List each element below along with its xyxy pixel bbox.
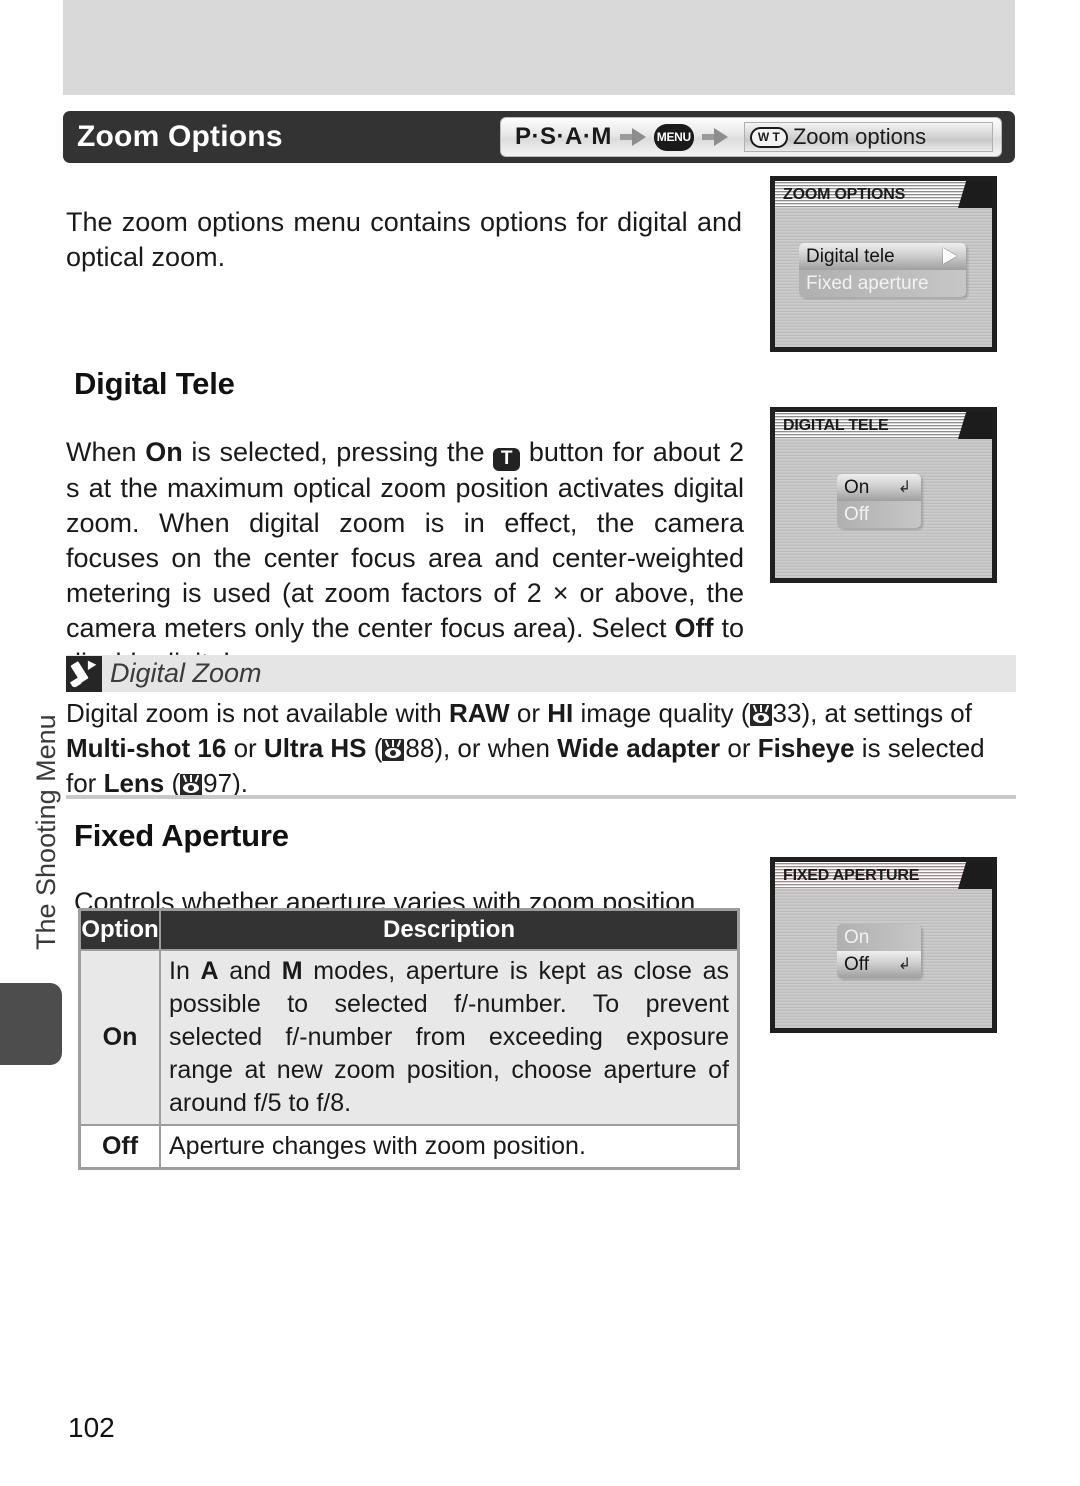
lcd-titlebar: FIXED APERTURE	[775, 862, 992, 889]
note-box-divider	[66, 795, 1016, 799]
note-multishot: Multi-shot 16	[66, 733, 227, 763]
note-ref1: 33	[772, 698, 802, 728]
note-text-h: or	[720, 733, 758, 763]
heading-digital-tele: Digital Tele	[74, 366, 235, 401]
note-text-g: ), or when	[434, 733, 558, 763]
section-header-bar: Zoom Options P·S·A·M MENU W T Zoom optio…	[63, 111, 1015, 163]
lcd-menu-item-off[interactable]: Off	[837, 501, 921, 528]
note-lens: Lens	[103, 768, 165, 798]
breadcrumb: P·S·A·M MENU W T Zoom options	[500, 117, 1002, 157]
table-header-description: Description	[160, 911, 737, 950]
running-head: The Shooting Menu	[31, 714, 61, 950]
note-box-digital-zoom: Digital Zoom Digital zoom is not availab…	[66, 655, 1016, 801]
lcd-menu-item-fixed-aperture[interactable]: Fixed aperture	[799, 270, 966, 297]
reference-eye-icon-3	[180, 774, 203, 796]
enter-key-icon: ↲	[897, 479, 912, 496]
lcd-titlebar: ZOOM OPTIONS	[775, 181, 992, 208]
note-ref2: 88	[405, 733, 435, 763]
on-desc-a: In	[169, 957, 201, 985]
table-cell-option-on: On	[81, 949, 161, 1125]
reference-eye-icon	[749, 704, 772, 726]
lcd-menu-list: Digital tele Fixed aperture	[799, 243, 966, 297]
on-desc-mode-a: A	[200, 957, 219, 985]
on-desc-b: and	[218, 957, 282, 985]
note-box-body: Digital zoom is not available with RAW o…	[66, 696, 1016, 801]
table-header-option: Option	[81, 911, 161, 950]
on-desc-mode-m: M	[281, 957, 303, 985]
table-row: On In A and M modes, aperture is kept as…	[81, 949, 737, 1125]
dt-on-bold: On	[145, 437, 183, 467]
lcd-menu-item-label: Fixed aperture	[806, 272, 929, 294]
enter-key-icon: ↲	[897, 956, 912, 973]
dt-off-bold: Off	[674, 613, 714, 643]
table-cell-description-off: Aperture changes with zoom position.	[160, 1124, 737, 1167]
lcd-title: ZOOM OPTIONS	[783, 185, 906, 203]
lcd-menu-item-off[interactable]: Off ↲	[837, 951, 921, 978]
tele-button-icon: T	[493, 448, 521, 471]
note-fisheye: Fisheye	[757, 733, 855, 763]
lcd-menu-item-on[interactable]: On	[837, 924, 921, 951]
note-wideadapter: Wide adapter	[557, 733, 721, 763]
table-cell-option-off: Off	[81, 1124, 161, 1167]
table-row: Off Aperture changes with zoom position.	[81, 1124, 737, 1167]
lcd-menu-list: On ↲ Off	[837, 474, 921, 528]
breadcrumb-modes: P·S·A·M	[515, 123, 612, 150]
lcd-corner-fold-icon	[958, 412, 992, 439]
lcd-screenshot-digital-tele: DIGITAL TELE On ↲ Off	[770, 407, 997, 583]
lcd-menu-item-on[interactable]: On ↲	[837, 474, 921, 501]
pencil-icon	[66, 655, 102, 692]
intro-paragraph: The zoom options menu contains options f…	[66, 207, 742, 272]
note-text-j: (	[164, 768, 181, 798]
note-box-title: Digital Zoom	[110, 658, 262, 688]
note-hi: HI	[547, 698, 574, 728]
lcd-title: DIGITAL TELE	[783, 416, 889, 434]
lcd-menu-item-label: Digital tele	[806, 245, 895, 267]
page-number: 102	[68, 1412, 115, 1443]
table-header-row: Option Description	[81, 911, 737, 950]
dt-text-c: button for about 2 s at the maximum opti…	[66, 437, 744, 643]
table-cell-description-on: In A and M modes, aperture is kept as cl…	[160, 949, 737, 1125]
lcd-menu-item-digital-tele[interactable]: Digital tele	[799, 243, 966, 270]
note-ref3: 97	[203, 768, 233, 798]
arrow-right-icon	[619, 128, 646, 146]
lcd-menu-item-label: On	[844, 926, 870, 948]
breadcrumb-destination-label: Zoom options	[792, 124, 927, 149]
dt-text-a: When	[66, 437, 146, 467]
reference-eye-icon-2	[382, 739, 405, 761]
breadcrumb-destination-field: W T Zoom options	[743, 122, 993, 152]
option-description-table: Option Description On In A and M modes, …	[78, 908, 740, 1170]
lcd-corner-fold-icon	[958, 181, 992, 208]
note-ultrahs: Ultra HS	[263, 733, 367, 763]
note-text-a: Digital zoom is not available with	[66, 698, 449, 728]
lcd-corner-fold-icon	[958, 862, 992, 889]
note-text-d: ), at settings of	[801, 698, 972, 728]
lcd-menu-item-label: On	[844, 476, 870, 498]
top-gray-band	[63, 0, 1015, 95]
note-text-e: or	[226, 733, 264, 763]
note-box-header: Digital Zoom	[66, 655, 1016, 692]
lcd-title: FIXED APERTURE	[783, 866, 920, 884]
note-text-k: ).	[232, 768, 248, 798]
lcd-menu-list: On Off ↲	[837, 924, 921, 978]
chevron-right-icon	[943, 248, 957, 264]
lcd-screenshot-fixed-aperture: FIXED APERTURE On Off ↲	[770, 857, 997, 1033]
digital-tele-paragraph: When On is selected, pressing the T butt…	[66, 435, 744, 681]
wide-tele-zoom-icon: W T	[749, 126, 788, 148]
note-text-c: image quality (	[573, 698, 750, 728]
note-text-f: (	[366, 733, 383, 763]
page-title: Zoom Options	[77, 120, 283, 153]
note-text-b: or	[509, 698, 548, 728]
note-raw: RAW	[448, 698, 510, 728]
arrow-right-icon-2	[701, 128, 728, 146]
heading-fixed-aperture: Fixed Aperture	[74, 818, 289, 853]
menu-button-icon: MENU	[653, 123, 694, 151]
lcd-titlebar: DIGITAL TELE	[775, 412, 992, 439]
lcd-menu-item-label: Off	[844, 953, 869, 975]
lcd-screenshot-zoom-options: ZOOM OPTIONS Digital tele Fixed aperture	[770, 176, 997, 352]
chapter-tab	[0, 983, 62, 1065]
lcd-menu-item-label: Off	[844, 503, 869, 525]
dt-text-b: is selected, pressing the	[182, 437, 494, 467]
